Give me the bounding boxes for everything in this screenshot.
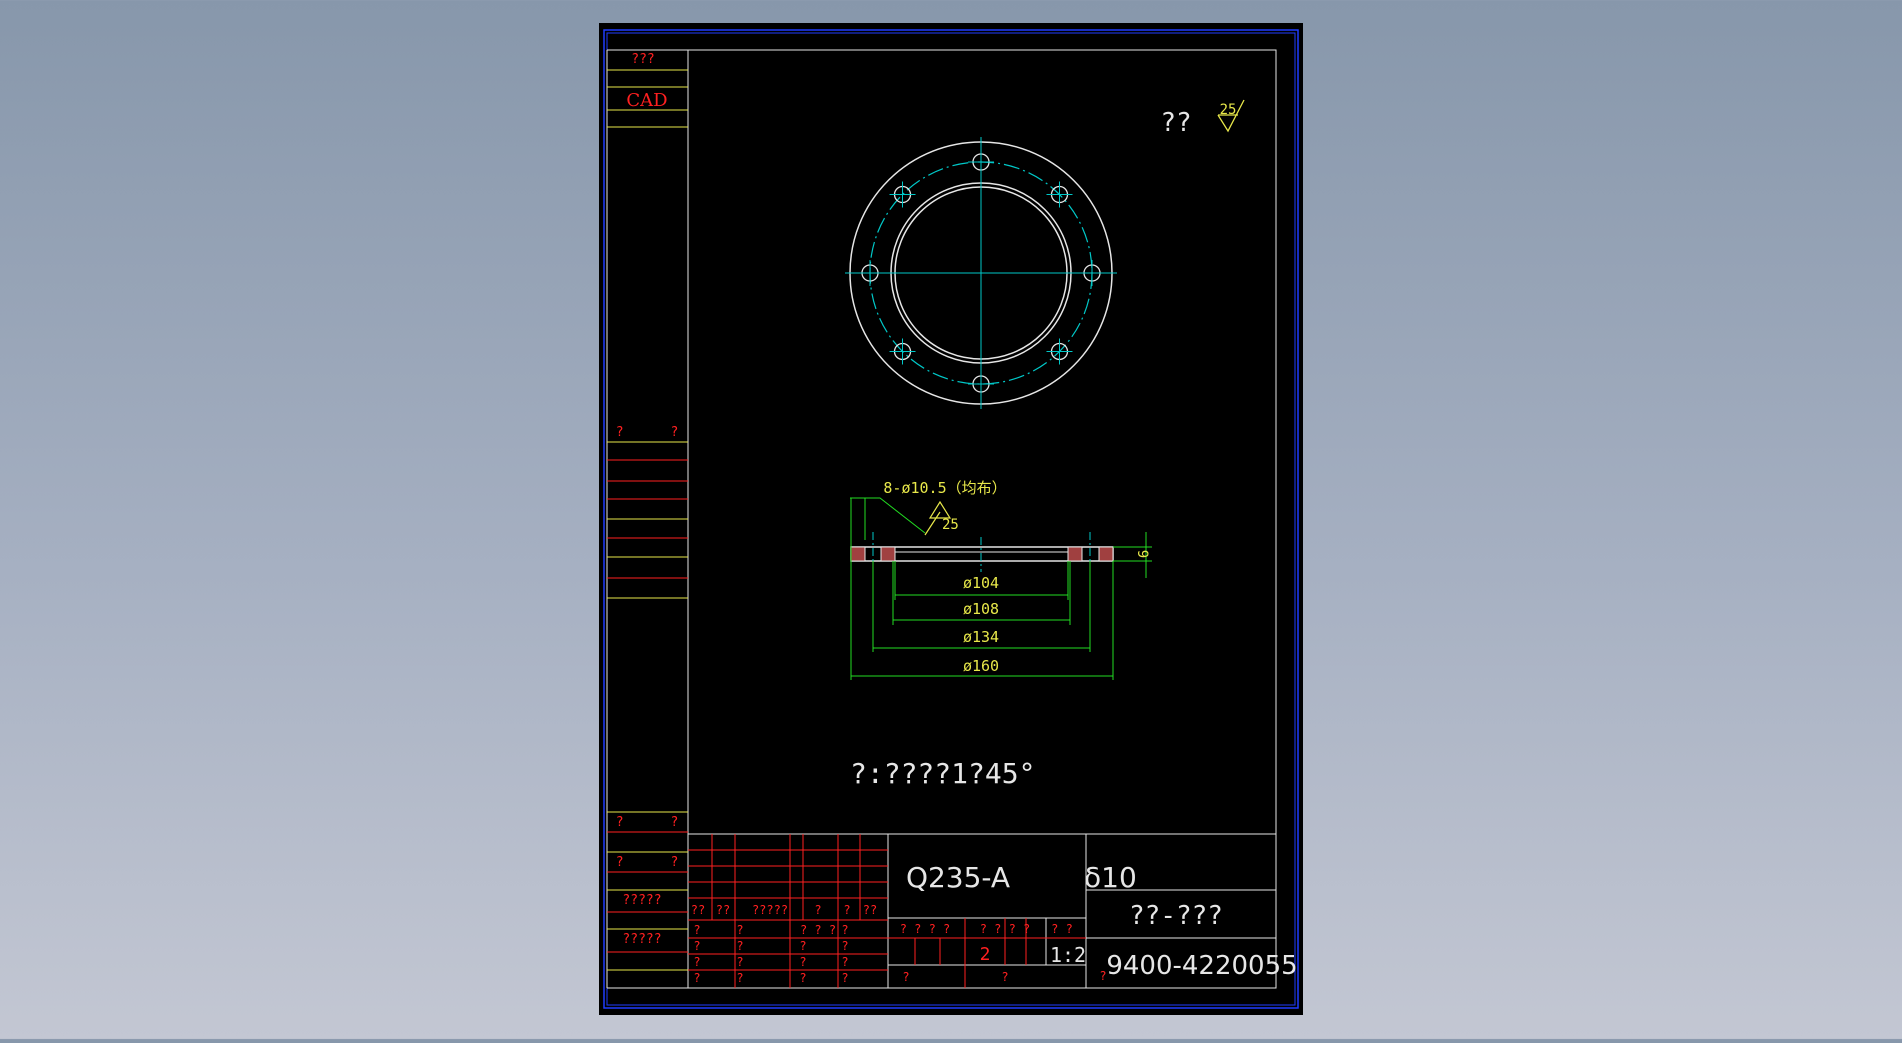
rev-header-6: ?? <box>863 903 877 917</box>
sign-label2-3: ? <box>736 955 743 969</box>
sidebar-label-top: ??? <box>631 52 654 67</box>
sidebar-label-cad: CAD <box>626 90 667 111</box>
material-code: δ10 <box>1084 861 1137 894</box>
hole-roughness-value: 25 <box>942 517 959 533</box>
diameter-d4: ø160 <box>963 657 999 675</box>
technical-note: ?:????1?45° <box>850 757 1035 790</box>
rev-header-2: ?? <box>716 903 730 917</box>
cad-drawing-sheet: ??? CAD ? ? ? ? ? ? ????? ????? ?? 25 8-… <box>599 23 1303 1015</box>
sidebar-label-b2: ? ? <box>616 855 679 870</box>
drawing-number: 9400-4220055 <box>1106 951 1297 981</box>
scale: 1:2 <box>1050 943 1086 967</box>
sign-c-1: ? ? ? <box>800 923 836 937</box>
sign-c-3: ? <box>799 955 806 969</box>
rev-header-5: ? <box>843 903 850 917</box>
part-count: 2 <box>980 944 991 965</box>
sheet-mark-1: ? <box>902 970 909 984</box>
cad-viewport[interactable]: ??? CAD ? ? ? ? ? ? ????? ????? ?? 25 8-… <box>0 0 1902 1039</box>
sign-label2-4: ? <box>736 971 743 985</box>
sign-c-4: ? <box>799 971 806 985</box>
material: Q235-A <box>906 861 1010 894</box>
sign-label-4: ? <box>693 971 700 985</box>
section-hatch-left <box>850 546 866 562</box>
diameter-d2: ø108 <box>963 600 999 618</box>
section-hatch-right <box>1098 546 1114 562</box>
sign-d-1: ? <box>841 923 848 937</box>
rev-header-4: ? <box>814 903 821 917</box>
sign-c-2: ? <box>799 939 806 953</box>
holes-dimension: 8-ø10.5（均布） <box>883 479 1006 497</box>
sign-d-3: ? <box>841 955 848 969</box>
sign-label2-1: ? <box>736 923 743 937</box>
sidebar-label-b1: ? ? <box>616 815 679 830</box>
sign-label2-2: ? <box>736 939 743 953</box>
part-name: ??-??? <box>1129 901 1223 931</box>
rev-header-1: ?? <box>691 903 705 917</box>
sidebar-label-b4: ????? <box>622 932 661 947</box>
diameter-d3: ø134 <box>963 628 999 646</box>
sign-d-2: ? <box>841 939 848 953</box>
roughness-label: ?? <box>1160 108 1191 138</box>
rev-header-3: ????? <box>752 903 788 917</box>
sign-label-1: ? <box>693 923 700 937</box>
sheet-mark-2: ? <box>1001 970 1008 984</box>
sidebar-label-b3: ????? <box>622 893 661 908</box>
thickness-dimension: 9 <box>1134 550 1150 558</box>
sign-d-4: ? <box>841 971 848 985</box>
sign-label-2: ? <box>693 939 700 953</box>
section-hatch-left2 <box>880 546 896 562</box>
stage-header-2: ? ? ? ? <box>980 922 1031 936</box>
sidebar-label-mid: ? ? <box>616 425 679 440</box>
stage-header-3: ? ? <box>1051 922 1073 936</box>
drawing-number-mark: ? <box>1099 969 1106 983</box>
diameter-d1: ø104 <box>963 574 999 592</box>
section-hatch-right2 <box>1067 546 1083 562</box>
sign-label-3: ? <box>693 955 700 969</box>
stage-header-1: ? ? ? ? <box>900 922 951 936</box>
